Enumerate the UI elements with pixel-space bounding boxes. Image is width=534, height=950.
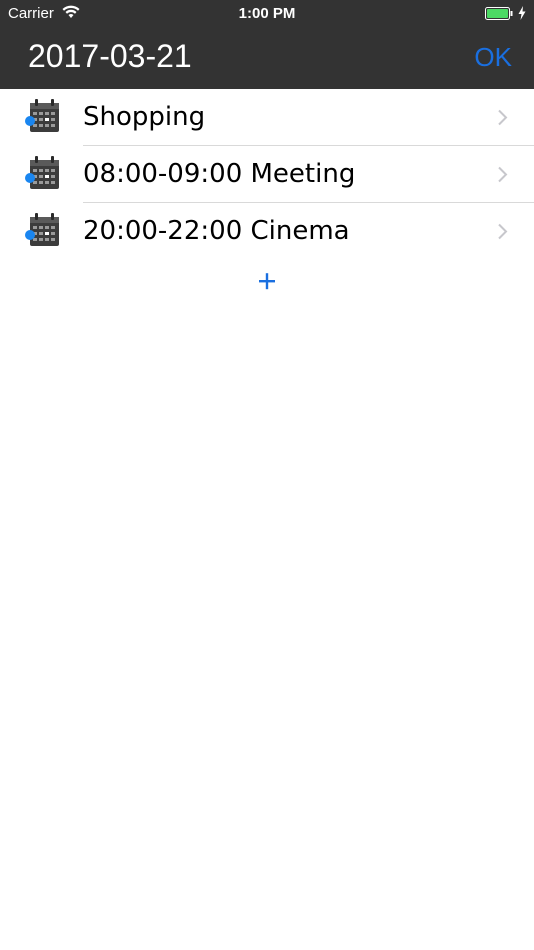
page-title: 2017-03-21 [28,38,192,74]
charging-bolt-icon [518,6,526,20]
event-list: Shopping 08:00-09:00 Meeting 20:00-22:00… [0,89,534,260]
chevron-right-icon [498,166,508,183]
event-label: 08:00-09:00 Meeting [83,159,356,189]
plus-icon [259,273,275,290]
ok-button[interactable]: OK [474,40,512,74]
calendar-icon [25,99,59,132]
calendar-icon [25,213,59,246]
list-item-cinema[interactable]: 20:00-22:00 Cinema [0,203,534,260]
list-item-shopping[interactable]: Shopping [0,89,534,146]
add-event-button[interactable] [252,266,282,296]
list-item-meeting[interactable]: 08:00-09:00 Meeting [0,146,534,203]
status-time: 1:00 PM [238,5,296,22]
battery-icon [485,7,513,20]
screen: Carrier 1:00 PM 2017-03-21 OK Shopping 0… [0,0,534,950]
status-bar: Carrier 1:00 PM [0,0,534,28]
chevron-right-icon [498,223,508,240]
chevron-right-icon [498,109,508,126]
event-label: 20:00-22:00 Cinema [83,216,350,246]
event-label: Shopping [83,102,206,132]
calendar-icon [25,156,59,189]
top-bar: Carrier 1:00 PM 2017-03-21 OK [0,0,534,89]
